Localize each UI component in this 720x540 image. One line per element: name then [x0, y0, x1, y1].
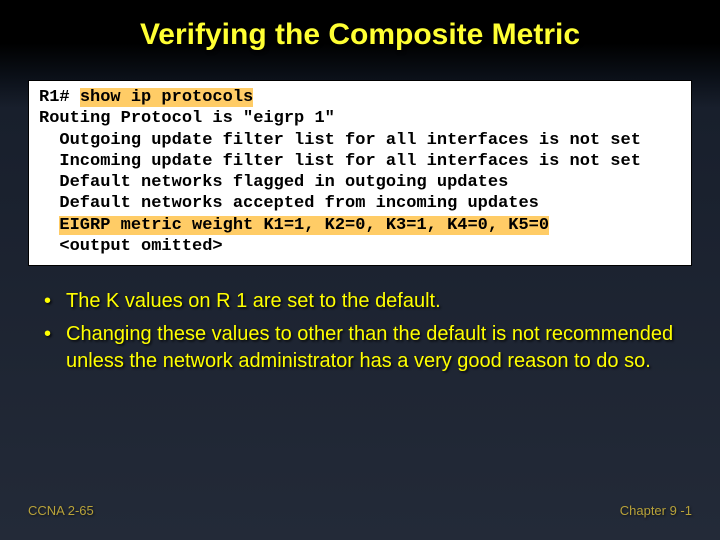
footer-left: CCNA 2-65: [28, 503, 94, 518]
slide: Verifying the Composite Metric R1# show …: [0, 0, 720, 540]
bullet-list: The K values on R 1 are set to the defau…: [44, 288, 682, 375]
metric-line: EIGRP metric weight K1=1, K2=0, K3=1, K4…: [59, 216, 549, 235]
term-line: Incoming update filter list for all inte…: [39, 152, 641, 171]
prompt: R1#: [39, 88, 80, 107]
term-line: Default networks accepted from incoming …: [39, 194, 539, 213]
terminal-output: R1# show ip protocols Routing Protocol i…: [28, 80, 692, 266]
footer-right: Chapter 9 -1: [620, 503, 692, 518]
term-line-prefix: [39, 216, 59, 235]
term-line: Routing Protocol is "eigrp 1": [39, 109, 335, 128]
slide-title: Verifying the Composite Metric: [0, 0, 720, 52]
term-line: Outgoing update filter list for all inte…: [39, 131, 641, 150]
command: show ip protocols: [80, 88, 253, 107]
term-line: <output omitted>: [39, 237, 223, 256]
term-line: Default networks flagged in outgoing upd…: [39, 173, 508, 192]
bullet-item: Changing these values to other than the …: [44, 321, 682, 375]
bullet-item: The K values on R 1 are set to the defau…: [44, 288, 682, 315]
